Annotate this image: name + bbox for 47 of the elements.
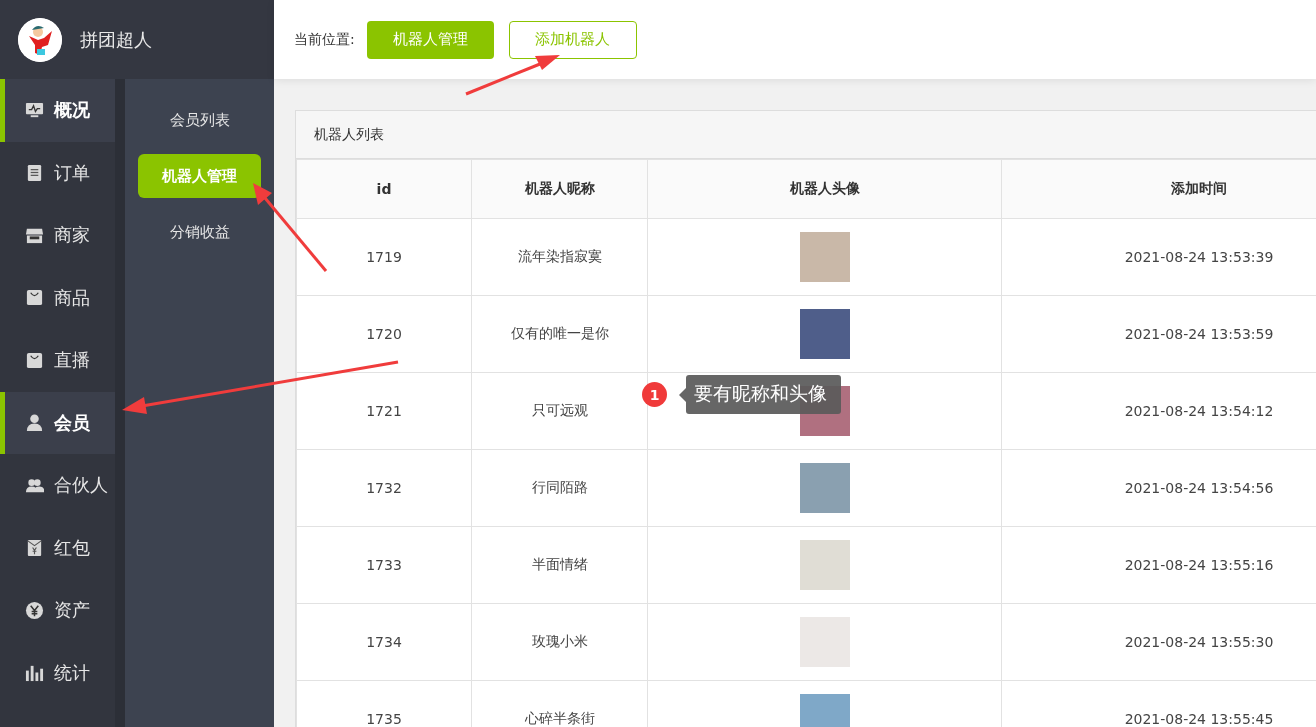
- table-cell: 1720: [296, 295, 472, 373]
- nav-item[interactable]: 红包: [0, 516, 115, 579]
- breadcrumb-label: 当前位置:: [294, 30, 355, 49]
- avatar-photo-placeholder: [799, 309, 850, 359]
- table-cell: 玫瑰小米: [471, 603, 648, 681]
- tooltip-pointer: [679, 387, 686, 402]
- column-header: 添加时间: [1001, 159, 1316, 219]
- nav-item[interactable]: 商家: [0, 204, 115, 267]
- column-header: id: [296, 159, 472, 219]
- superhero-logo: [18, 17, 62, 62]
- bag-icon: [25, 288, 44, 308]
- nav-item[interactable]: 统计: [0, 641, 115, 704]
- nav-item[interactable]: 商品: [0, 266, 115, 329]
- table-cell: 1733: [296, 526, 472, 604]
- panel-title: 机器人列表: [296, 111, 1316, 159]
- table-cell: 行同陌路: [471, 449, 648, 527]
- app-name: 拼团超人: [80, 27, 152, 52]
- nav-item[interactable]: 合伙人: [0, 454, 115, 517]
- nav-item[interactable]: 概况: [0, 79, 115, 142]
- bar-chart-icon: [25, 663, 44, 683]
- bag-icon: [25, 350, 44, 370]
- nav-item[interactable]: 资产: [0, 579, 115, 642]
- nav-item[interactable]: 直播: [0, 329, 115, 392]
- avatar-photo-placeholder: [799, 540, 850, 590]
- table-cell: 仅有的唯一是你: [471, 295, 648, 373]
- submenu-item[interactable]: 会员列表: [138, 98, 261, 142]
- column-header: 机器人昵称: [471, 159, 648, 219]
- table-cell: 半面情绪: [471, 526, 648, 604]
- clipboard-icon: [25, 163, 44, 183]
- submenu-item[interactable]: 分销收益: [138, 210, 261, 254]
- person-icon: [25, 413, 44, 433]
- avatar-photo-placeholder: [799, 617, 850, 667]
- table-cell: 1735: [296, 680, 472, 727]
- envelope-icon: [25, 538, 44, 558]
- table-cell: 1721: [296, 372, 472, 450]
- table-cell: 1719: [296, 218, 472, 296]
- nav-item[interactable]: 订单: [0, 141, 115, 204]
- avatar-photo-placeholder: [799, 463, 850, 513]
- avatar-photo-placeholder: [799, 232, 850, 282]
- yen-icon: [25, 600, 44, 620]
- column-header: 机器人头像: [647, 159, 1002, 219]
- table-cell: 流年染指寂寞: [471, 218, 648, 296]
- annotation-tooltip: 要有昵称和头像: [686, 375, 841, 414]
- nav-item[interactable]: 会员: [0, 391, 115, 454]
- table-cell: 1732: [296, 449, 472, 527]
- monitor-icon: [25, 100, 44, 120]
- table-cell: 1734: [296, 603, 472, 681]
